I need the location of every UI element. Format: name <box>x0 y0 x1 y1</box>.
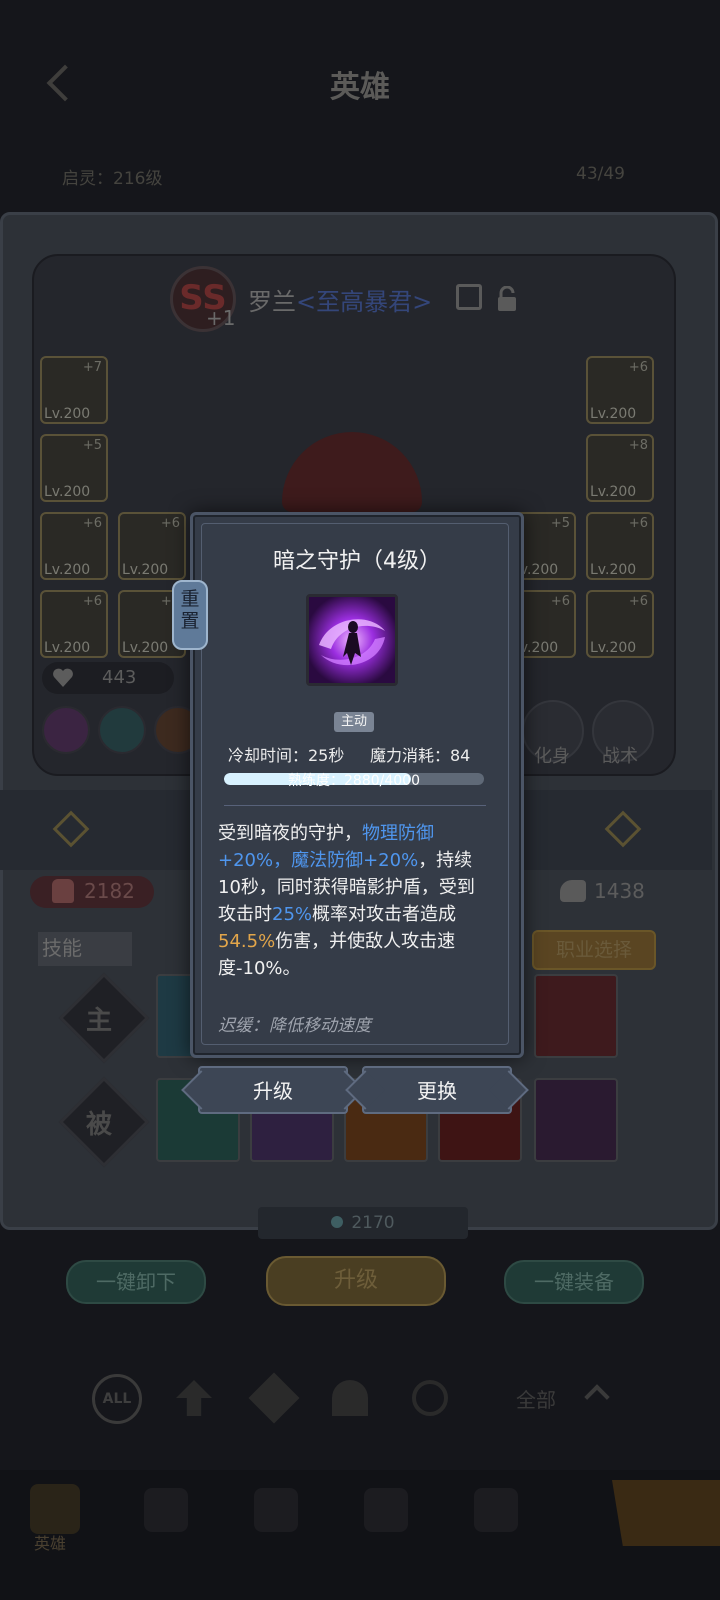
skill-upgrade-label: 升级 <box>253 1079 293 1103</box>
skill-replace-label: 更换 <box>417 1079 457 1103</box>
proficiency-text: 熟练度：2880/4000 <box>288 773 420 789</box>
skill-type-badge: 主动 <box>334 712 374 732</box>
dark-guard-icon <box>309 597 395 683</box>
mana-cost-text: 魔力消耗：84 <box>370 746 471 765</box>
cooldown-text: 冷却时间：25秒 <box>228 746 345 765</box>
desc-text-1: 受到暗夜的守护， <box>218 823 362 844</box>
status-note: 迟缓：降低移动速度 <box>218 1016 371 1036</box>
skill-title: 暗之守护（4级） <box>273 549 441 574</box>
modal-divider <box>224 805 486 806</box>
reset-button[interactable]: 重置 <box>172 580 208 650</box>
desc-text-3: 概率对攻击者造成 <box>312 904 457 925</box>
skill-icon <box>306 594 398 686</box>
skill-description: 受到暗夜的守护，物理防御+20%，魔法防御+20%，持续10秒，同时获得暗影护盾… <box>218 820 488 982</box>
skill-upgrade-button[interactable]: 升级 <box>198 1066 348 1114</box>
desc-damage-percent: 54.5% <box>218 931 276 952</box>
desc-proc-chance: 25% <box>272 904 313 925</box>
skill-replace-button[interactable]: 更换 <box>362 1066 512 1114</box>
